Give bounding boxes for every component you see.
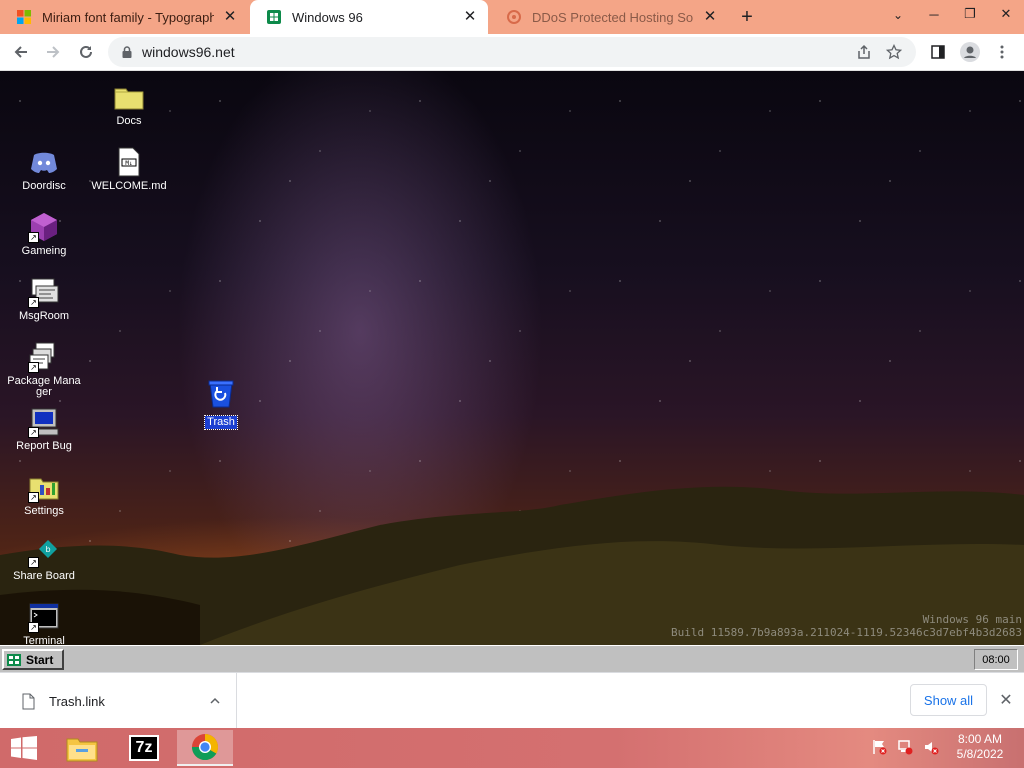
new-tab-button[interactable]: + [736,6,758,28]
desktop-icon-label: WELCOME.md [91,180,167,192]
bookmark-star-icon[interactable] [886,44,902,60]
desktop-icon-terminal[interactable]: ↗ Terminal [6,601,82,645]
taskbar-file-explorer[interactable] [54,730,110,766]
tab-title: Windows 96 [292,9,363,25]
folder-icon [114,88,144,110]
desktop-icon-label: Docs [116,115,142,127]
desktop-icon-welcome[interactable]: M↓ WELCOME.md [91,146,167,192]
trash-icon [208,380,234,408]
system-tray [870,738,940,756]
svg-text:b: b [45,545,50,554]
svg-text:M↓: M↓ [125,160,132,167]
shortcut-arrow-icon: ↗ [28,427,39,438]
build-watermark: Windows 96 main Build 11589.7b9a893a.211… [671,613,1022,639]
close-shelf-icon[interactable]: ✕ [996,691,1016,711]
url-text: windows96.net [142,44,235,60]
shortcut-arrow-icon: ↗ [28,492,39,503]
desktop-icon-trash[interactable]: Trash [183,377,259,430]
tab-windows96[interactable]: Windows 96 ✕ [250,0,488,34]
windows-start-button[interactable] [4,732,44,764]
taskbar-chrome[interactable] [177,730,233,766]
file-icon [22,693,35,709]
tab-ddos-hosting[interactable]: DDoS Protected Hosting Solutions ✕ [490,0,728,34]
forward-arrow-icon[interactable] [41,40,65,64]
shortcut-arrow-icon: ↗ [28,297,39,308]
close-tab-icon[interactable]: ✕ [222,9,238,25]
chevron-up-icon[interactable] [208,694,222,708]
browser-toolbar: windows96.net [0,34,1024,71]
profile-avatar-icon[interactable] [958,40,982,64]
share-icon[interactable] [856,44,872,60]
chrome-icon [191,734,219,761]
desktop-icon-report-bug[interactable]: ↗ Report Bug [6,406,82,452]
reload-icon[interactable] [74,40,98,64]
desktop-icon-label: Doordisc [22,180,66,192]
taskbar-7zip[interactable]: 7z [116,730,172,766]
tab-title: Miriam font family - Typography [42,9,214,25]
7zip-label: 7z [135,739,153,756]
desktop-icon-label: Trash [204,415,238,430]
close-tab-icon[interactable]: ✕ [462,9,478,25]
download-item[interactable]: Trash.link [0,673,237,729]
tab-title: DDoS Protected Hosting Solutions [532,9,694,25]
desktop-icon-doordisc[interactable]: Doordisc [6,146,82,192]
discord-icon [31,152,57,173]
build-line-1: Windows 96 main [922,613,1022,626]
shortcut-arrow-icon: ↗ [28,362,39,373]
show-all-button[interactable]: Show all [910,684,987,716]
restore-icon[interactable]: ❐ [952,0,988,28]
browser-tab-strip: Miriam font family - Typography ✕ Window… [0,0,1024,34]
desktop-icon-gameing[interactable]: ↗ Gameing [6,211,82,257]
win96-logo-icon [7,653,21,666]
desktop-icon-label: Settings [24,505,64,517]
desktop-icon-settings[interactable]: ↗ Settings [6,471,82,517]
close-tab-icon[interactable]: ✕ [702,9,718,25]
windows-logo-icon [17,10,31,24]
volume-muted-icon[interactable] [922,738,940,756]
desktop-icon-label: Package Manager [7,375,81,398]
flag-alert-icon[interactable] [870,738,888,756]
7zip-icon: 7z [129,735,159,761]
back-arrow-icon[interactable] [9,40,33,64]
desktop-icon-label: Share Board [13,570,75,582]
close-window-icon[interactable]: ✕ [988,0,1024,28]
win96-desktop[interactable]: Docs M↓ WELCOME.md Doordisc ↗ Gameing ↗ … [0,71,1024,645]
file-explorer-icon [66,738,98,762]
desktop-icon-package-manager[interactable]: ↗ Package Manager [6,341,82,398]
tab-miriam-font[interactable]: Miriam font family - Typography ✕ [0,0,248,34]
desktop-icon-label: Report Bug [16,440,72,452]
desktop-icon-label: Gameing [21,245,67,257]
desktop-icon-msgroom[interactable]: ↗ MsgRoom [6,276,82,322]
build-line-2: Build 11589.7b9a893a.211024-1119.52346c3… [671,626,1022,639]
address-bar[interactable]: windows96.net [108,37,916,67]
minimize-icon[interactable]: ─ [916,0,952,28]
desktop-icon-docs[interactable]: Docs [91,81,167,127]
download-shelf: Trash.link Show all ✕ [0,672,1024,729]
clock-time: 8:00 AM [957,732,1003,746]
shortcut-arrow-icon: ↗ [28,622,39,633]
windows-start-icon [11,736,37,760]
tab-search-chevron-icon[interactable]: ⌄ [888,8,908,26]
shortcut-arrow-icon: ↗ [28,232,39,243]
shortcut-arrow-icon: ↗ [28,557,39,568]
download-file-name: Trash.link [49,693,105,709]
desktop-icon-share-board[interactable]: b ↗ Share Board [6,536,82,582]
windows96-icon [267,10,281,24]
desktop-icon-label: MsgRoom [18,310,70,322]
markdown-file-icon: M↓ [118,147,140,177]
lock-icon [122,46,132,58]
ddos-hosting-icon [507,10,521,24]
win96-taskbar: Start 08:00 [0,645,1024,672]
desktop-icon-label: Terminal [23,635,65,646]
window-controls: ─ ❐ ✕ [916,0,1024,34]
windows-taskbar: 7z 8:00 AM 5/8/2022 [0,728,1024,768]
win96-clock: 08:00 [974,649,1018,670]
start-label: Start [26,652,54,667]
side-panel-icon[interactable] [926,40,950,64]
system-clock[interactable]: 8:00 AM 5/8/2022 [944,732,1016,764]
clock-date: 5/8/2022 [956,747,1004,761]
network-icon[interactable] [896,738,914,756]
win96-start-button[interactable]: Start [2,649,64,670]
more-menu-icon[interactable] [990,40,1014,64]
